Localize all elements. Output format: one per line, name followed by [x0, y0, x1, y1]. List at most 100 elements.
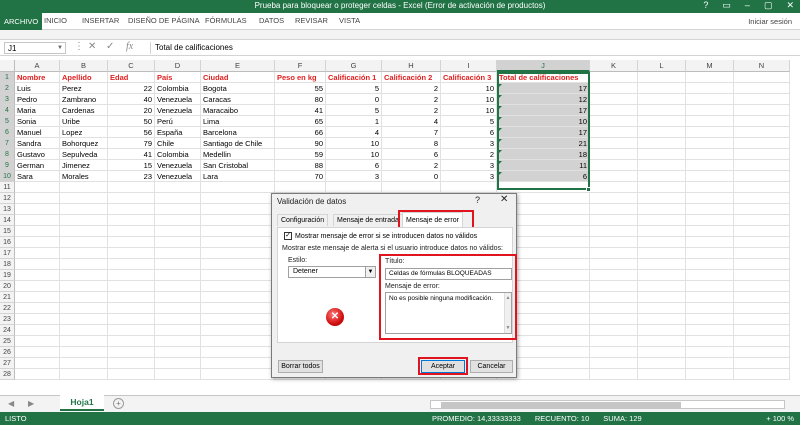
data-cell[interactable]: 56 [108, 127, 155, 138]
empty-cell[interactable] [734, 336, 790, 347]
row-header[interactable]: 21 [0, 292, 15, 303]
data-cell[interactable]: 7 [382, 127, 441, 138]
empty-cell[interactable] [686, 347, 734, 358]
empty-cell[interactable] [686, 314, 734, 325]
data-cell[interactable]: Santiago de Chile [201, 138, 275, 149]
scrollbar-thumb[interactable] [441, 402, 681, 408]
empty-cell[interactable] [638, 248, 686, 259]
header-cell[interactable]: Peso en kg [275, 72, 326, 83]
tab-archivo[interactable]: ARCHIVO [0, 13, 43, 30]
empty-cell[interactable] [60, 325, 108, 336]
empty-cell[interactable] [60, 347, 108, 358]
empty-cell[interactable] [638, 105, 686, 116]
row-header[interactable]: 17 [0, 248, 15, 259]
tab-mensaje-entrada[interactable]: Mensaje de entrada [333, 214, 403, 226]
empty-cell[interactable] [590, 270, 638, 281]
empty-cell[interactable] [734, 325, 790, 336]
data-cell[interactable]: 2 [382, 83, 441, 94]
empty-cell[interactable] [155, 237, 201, 248]
data-cell[interactable]: 4 [382, 116, 441, 127]
row-header[interactable]: 18 [0, 259, 15, 270]
empty-cell[interactable] [155, 325, 201, 336]
row-header[interactable]: 25 [0, 336, 15, 347]
empty-cell[interactable] [686, 292, 734, 303]
empty-cell[interactable] [734, 303, 790, 314]
data-cell[interactable]: 2 [441, 149, 497, 160]
empty-cell[interactable] [108, 193, 155, 204]
empty-cell[interactable] [590, 116, 638, 127]
empty-cell[interactable] [638, 314, 686, 325]
tab-vista[interactable]: VISTA [339, 16, 360, 25]
column-header-i[interactable]: I [441, 60, 497, 72]
empty-cell[interactable] [60, 303, 108, 314]
row-header[interactable]: 7 [0, 138, 15, 149]
empty-cell[interactable] [686, 83, 734, 94]
data-cell[interactable]: 15 [108, 160, 155, 171]
data-cell[interactable]: Sara [15, 171, 60, 182]
data-cell[interactable]: 18 [497, 149, 590, 160]
empty-cell[interactable] [201, 193, 275, 204]
empty-cell[interactable] [15, 204, 60, 215]
empty-cell[interactable] [638, 237, 686, 248]
data-cell[interactable]: 2 [382, 105, 441, 116]
empty-cell[interactable] [201, 182, 275, 193]
column-header-c[interactable]: C [108, 60, 155, 72]
tab-revisar[interactable]: REVISAR [295, 16, 328, 25]
empty-cell[interactable] [108, 248, 155, 259]
empty-cell[interactable] [734, 215, 790, 226]
empty-cell[interactable] [60, 226, 108, 237]
data-cell[interactable]: 10 [326, 149, 382, 160]
empty-cell[interactable] [686, 303, 734, 314]
empty-cell[interactable] [734, 72, 790, 83]
empty-cell[interactable] [686, 171, 734, 182]
empty-cell[interactable] [15, 237, 60, 248]
empty-cell[interactable] [15, 314, 60, 325]
data-cell[interactable]: Venezuela [155, 94, 201, 105]
ribbon-options-icon[interactable]: ▭ [722, 0, 731, 11]
header-cell[interactable]: Nombre [15, 72, 60, 83]
row-header[interactable]: 23 [0, 314, 15, 325]
sheet-next-icon[interactable]: ▶ [28, 399, 34, 408]
data-cell[interactable]: 11 [497, 160, 590, 171]
data-cell[interactable]: 3 [326, 171, 382, 182]
empty-cell[interactable] [108, 281, 155, 292]
column-header-a[interactable]: A [15, 60, 60, 72]
empty-cell[interactable] [201, 259, 275, 270]
empty-cell[interactable] [326, 182, 382, 193]
empty-cell[interactable] [590, 94, 638, 105]
empty-cell[interactable] [590, 72, 638, 83]
empty-cell[interactable] [15, 369, 60, 380]
header-cell[interactable]: Ciudad [201, 72, 275, 83]
data-cell[interactable]: 79 [108, 138, 155, 149]
cancel-button[interactable]: Cancelar [470, 360, 513, 373]
data-cell[interactable]: 21 [497, 138, 590, 149]
empty-cell[interactable] [638, 369, 686, 380]
empty-cell[interactable] [638, 83, 686, 94]
data-cell[interactable]: Cardenas [60, 105, 108, 116]
empty-cell[interactable] [201, 336, 275, 347]
empty-cell[interactable] [108, 314, 155, 325]
tab-diseno[interactable]: DISEÑO DE PÁGINA [128, 16, 200, 25]
empty-cell[interactable] [686, 215, 734, 226]
empty-cell[interactable] [60, 259, 108, 270]
empty-cell[interactable] [155, 281, 201, 292]
empty-cell[interactable] [686, 259, 734, 270]
data-cell[interactable]: 55 [275, 83, 326, 94]
empty-cell[interactable] [734, 237, 790, 248]
empty-cell[interactable] [497, 182, 590, 193]
data-cell[interactable]: 41 [275, 105, 326, 116]
empty-cell[interactable] [201, 270, 275, 281]
empty-cell[interactable] [15, 336, 60, 347]
data-cell[interactable]: 4 [326, 127, 382, 138]
empty-cell[interactable] [734, 281, 790, 292]
empty-cell[interactable] [590, 248, 638, 259]
data-cell[interactable]: Caracas [201, 94, 275, 105]
empty-cell[interactable] [15, 292, 60, 303]
show-error-checkbox[interactable]: ✓ Mostrar mensaje de error si se introdu… [284, 232, 477, 240]
data-cell[interactable]: Venezuela [155, 160, 201, 171]
empty-cell[interactable] [201, 204, 275, 215]
empty-cell[interactable] [734, 83, 790, 94]
data-cell[interactable]: 66 [275, 127, 326, 138]
empty-cell[interactable] [734, 270, 790, 281]
empty-cell[interactable] [590, 160, 638, 171]
